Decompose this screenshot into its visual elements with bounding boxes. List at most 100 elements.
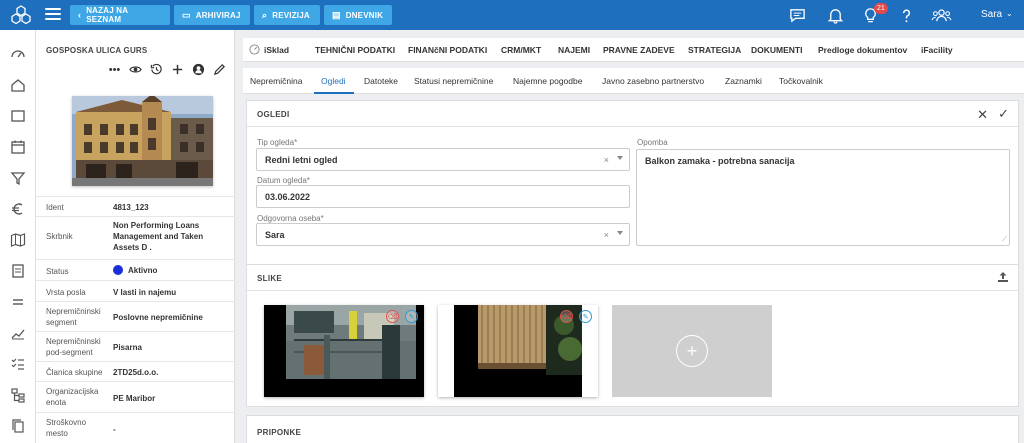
status-dot (113, 265, 123, 275)
datum-ogleda-input[interactable]: 03.06.2022 (256, 185, 630, 208)
tip-ogleda-label: Tip ogleda* (257, 138, 298, 147)
back-to-list-button[interactable]: ‹ NAZAJ NA SEZNAM (70, 5, 170, 25)
tab-tehnicni-podatki[interactable]: TEHNIČNI PODATKI (315, 45, 395, 55)
filter-icon[interactable] (10, 170, 26, 186)
eye-icon[interactable] (129, 63, 142, 76)
odgovorna-oseba-label: Odgovorna oseba* (257, 214, 324, 223)
clear-icon[interactable]: × (604, 155, 609, 165)
euro-icon[interactable] (10, 201, 26, 217)
slike-panel: SLIKE ⌫ ✎ ⌫ ✎ + (246, 264, 1019, 407)
property-field-pod-segment: Nepremičninski pod-segment Pisarna (36, 331, 235, 361)
active-tab-indicator (314, 92, 354, 94)
add-image-button[interactable]: + (612, 305, 772, 397)
chevron-down-icon[interactable] (617, 156, 623, 160)
help-icon[interactable] (896, 5, 916, 25)
revision-button[interactable]: ⌕ REVIZIJA (254, 5, 320, 25)
tip-ogleda-select[interactable]: Redni letni ogled × (256, 148, 630, 171)
property-field-org-enota: Organizacijska enota PE Maribor (36, 381, 235, 412)
tab-predloge-dokumentov[interactable]: Predloge dokumentov (818, 45, 907, 55)
image-thumbnail[interactable]: ⌫ ✎ (264, 305, 424, 397)
document-icon[interactable] (10, 263, 26, 279)
archive-button[interactable]: ▭ ARHIVIRAJ (174, 5, 250, 25)
checklist-icon[interactable] (10, 356, 26, 372)
tab-javno-zasebno-partnerstvo[interactable]: Javno zasebno partnerstvo (602, 76, 704, 86)
log-icon: ▤ (332, 9, 341, 20)
property-field-ident: Ident 4813_123 (36, 196, 235, 216)
property-field-skrbnik: Skrbnik Non Performing Loans Management … (36, 216, 235, 259)
tab-pravne-zadeve[interactable]: PRAVNE ZADEVE (603, 45, 675, 55)
clear-icon[interactable]: × (604, 230, 609, 240)
users-icon[interactable] (929, 5, 953, 25)
tab-statusi-nepremicnine[interactable]: Statusi nepremičnine (414, 76, 493, 86)
slike-title: SLIKE (257, 274, 283, 283)
map-icon[interactable] (10, 232, 26, 248)
chevron-down-icon[interactable] (617, 231, 623, 235)
odgovorna-oseba-select[interactable]: Sara × (256, 223, 630, 246)
history-icon[interactable] (150, 63, 163, 76)
user-icon[interactable] (192, 63, 205, 76)
property-field-vrsta-posla: Vrsta posla V lasti in najemu (36, 280, 235, 301)
tab-nepremicnina[interactable]: Nepremičnina (250, 76, 302, 86)
property-field-strosek: Stroškovno mesto - (36, 412, 235, 443)
tab-zaznamki[interactable]: Zaznamki (725, 76, 762, 86)
copy-icon[interactable] (10, 418, 26, 434)
edit-icon[interactable] (213, 63, 226, 76)
datum-ogleda-label: Datum ogleda* (257, 176, 310, 185)
app-logo-icon[interactable] (10, 5, 32, 25)
notifications-badge: 21 (874, 3, 888, 14)
delete-icon[interactable]: ⌫ (386, 310, 399, 323)
property-field-segment: Nepremičninski segment Poslovne nepremič… (36, 301, 235, 331)
add-icon[interactable] (171, 63, 184, 76)
delete-icon[interactable]: ⌫ (560, 310, 573, 323)
tab-ifacility[interactable]: iFacility (921, 45, 953, 55)
dashboard-icon[interactable] (10, 46, 26, 62)
close-icon[interactable]: ✕ (977, 107, 988, 123)
property-sidebar: GOSPOSKA ULICA GURS ••• Ident 4813_123 S… (36, 30, 235, 443)
menu-toggle-icon[interactable] (45, 8, 61, 22)
property-title: GOSPOSKA ULICA GURS (46, 46, 148, 55)
user-menu[interactable]: Sara (981, 9, 1002, 20)
ogledi-title: OGLEDI (257, 110, 290, 119)
list-icon[interactable] (10, 294, 26, 310)
property-actions: ••• (108, 63, 226, 76)
edit-icon[interactable]: ✎ (405, 310, 418, 323)
check-icon[interactable]: ✓ (998, 106, 1009, 122)
ogledi-panel-header: OGLEDI ✕ ✓ (247, 101, 1018, 127)
priponke-panel: PRIPONKE (246, 415, 1019, 443)
secondary-tabs: Nepremičnina Ogledi Datoteke Statusi nep… (243, 68, 1024, 94)
log-button[interactable]: ▤ DNEVNIK (324, 5, 392, 25)
upload-icon[interactable] (997, 271, 1009, 286)
tab-crm-mkt[interactable]: CRM/MKT (501, 45, 541, 55)
resize-handle-icon[interactable]: ⟋ (1002, 236, 1007, 244)
tab-financni-podatki[interactable]: FINANčNI PODATKI (408, 45, 487, 55)
home-icon[interactable] (10, 77, 26, 93)
slike-panel-header: SLIKE (247, 265, 1018, 291)
top-bar: ‹ NAZAJ NA SEZNAM ▭ ARHIVIRAJ ⌕ REVIZIJA ▤ D… (0, 0, 1024, 30)
search-icon: ⌕ (262, 9, 268, 20)
status-badge: Aktivno (128, 266, 158, 275)
image-thumbnail[interactable]: ⌫ ✎ (438, 305, 598, 397)
property-photo[interactable] (72, 96, 213, 186)
chat-icon[interactable] (787, 5, 807, 25)
gauge-icon (249, 44, 260, 57)
tab-najemne-pogodbe[interactable]: Najemne pogodbe (513, 76, 582, 86)
calendar-icon[interactable] (10, 139, 26, 155)
tab-ogledi[interactable]: Ogledi (321, 76, 346, 86)
opomba-textarea[interactable]: Balkon zamaka - potrebna sanacija ⟋ (636, 149, 1010, 246)
chevron-down-icon[interactable]: ⌄ (1006, 9, 1013, 18)
property-field-clanica: Članica skupine 2TD25d.o.o. (36, 361, 235, 381)
tab-najemi[interactable]: NAJEMI (558, 45, 590, 55)
edit-icon[interactable]: ✎ (579, 310, 592, 323)
more-icon[interactable]: ••• (108, 63, 121, 76)
tab-tockovalnik[interactable]: Točkovalnik (779, 76, 823, 86)
bell-icon[interactable] (825, 5, 845, 25)
property-field-status: Status Aktivno (36, 259, 235, 280)
hierarchy-icon[interactable] (10, 387, 26, 403)
tab-datoteke[interactable]: Datoteke (364, 76, 398, 86)
trend-icon[interactable] (10, 325, 26, 341)
tab-isklad[interactable]: iSklad (264, 45, 289, 55)
tab-dokumenti[interactable]: DOKUMENTI (751, 45, 802, 55)
priponke-title: PRIPONKE (257, 428, 302, 437)
tab-strategija[interactable]: STRATEGIJA (688, 45, 741, 55)
window-icon[interactable] (10, 108, 26, 124)
